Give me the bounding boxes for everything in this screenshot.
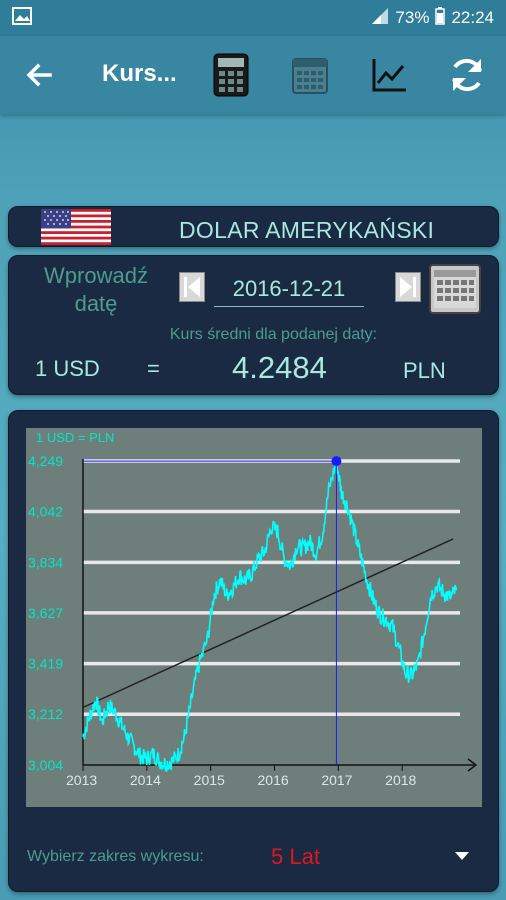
date-prompt-line1: Wprowadź: [44, 263, 148, 288]
y-tick-label: 4,042: [28, 504, 63, 520]
trend-line: [82, 538, 454, 709]
chart-title: 1 USD = PLN: [36, 430, 114, 445]
chart-panel: 1 USD = PLN 4,249 4,042 3,834 3,627 3,419 3,21…: [8, 410, 499, 892]
status-bar: 73% 22:24: [0, 0, 506, 36]
base-currency: 1 USD: [35, 356, 100, 381]
equals-sign: =: [147, 356, 160, 381]
refresh-icon[interactable]: [444, 52, 490, 98]
rate-label: Kurs średni dla podanej daty:: [169, 326, 378, 343]
gallery-notification-icon: [12, 6, 32, 30]
arrow-back-icon[interactable]: [22, 58, 56, 92]
range-select[interactable]: 5 Lat: [271, 844, 320, 870]
y-tick-label: 3,004: [28, 757, 63, 773]
y-tick-label: 3,212: [28, 706, 63, 722]
signal-icon: [371, 7, 389, 30]
date-prompt: Wprowadź datę: [31, 262, 161, 318]
target-currency: PLN: [403, 358, 446, 383]
currency-header: DOLAR AMERYKAŃSKI: [8, 206, 499, 247]
rate-panel: Wprowadź datę 2016-12-21 Kurs średni dla…: [8, 255, 499, 395]
x-tick-label: 2016: [258, 772, 289, 788]
calendar-icon[interactable]: [287, 52, 333, 98]
x-tick-label: 2013: [66, 772, 97, 788]
y-tick-label: 3,627: [28, 605, 63, 621]
skip-next-icon: [400, 277, 416, 297]
series-line: [82, 457, 458, 772]
range-label: Wybierz zakres wykresu:: [27, 848, 204, 865]
us-flag-icon: [41, 209, 111, 245]
app-title: Kurs...: [102, 60, 177, 87]
y-tick-label: 4,249: [28, 453, 63, 469]
date-prompt-line2: datę: [74, 291, 118, 316]
rate-value: 4.2484: [232, 350, 327, 385]
app-bar: Kurs...: [0, 36, 506, 114]
y-tick-label: 3,834: [28, 554, 63, 570]
x-tick-label: 2015: [194, 772, 225, 788]
x-tick-label: 2014: [130, 772, 161, 788]
previous-date-button[interactable]: [179, 272, 205, 302]
next-date-button[interactable]: [395, 272, 421, 302]
y-tick-label: 3,419: [28, 656, 63, 672]
calculator-icon[interactable]: [208, 52, 254, 98]
date-field[interactable]: 2016-12-21: [214, 276, 364, 307]
x-tick-label: 2017: [321, 772, 352, 788]
battery-percent: 73%: [395, 8, 430, 27]
skip-previous-icon: [184, 277, 200, 297]
rate-chart: 1 USD = PLN 4,249 4,042 3,834 3,627 3,419 3,21…: [28, 430, 478, 788]
x-tick-label: 2018: [385, 772, 416, 788]
chart-area[interactable]: 1 USD = PLN 4,249 4,042 3,834 3,627 3,419 3,21…: [26, 428, 482, 807]
currency-name: DOLAR AMERYKAŃSKI: [179, 217, 435, 243]
marker-point: [331, 456, 342, 467]
chart-icon[interactable]: [366, 52, 412, 98]
battery-icon: [435, 6, 446, 30]
dropdown-arrow-icon[interactable]: [455, 852, 469, 860]
calendar-picker-icon: [434, 270, 476, 308]
date-picker-button[interactable]: [429, 264, 481, 314]
clock: 22:24: [451, 8, 494, 27]
